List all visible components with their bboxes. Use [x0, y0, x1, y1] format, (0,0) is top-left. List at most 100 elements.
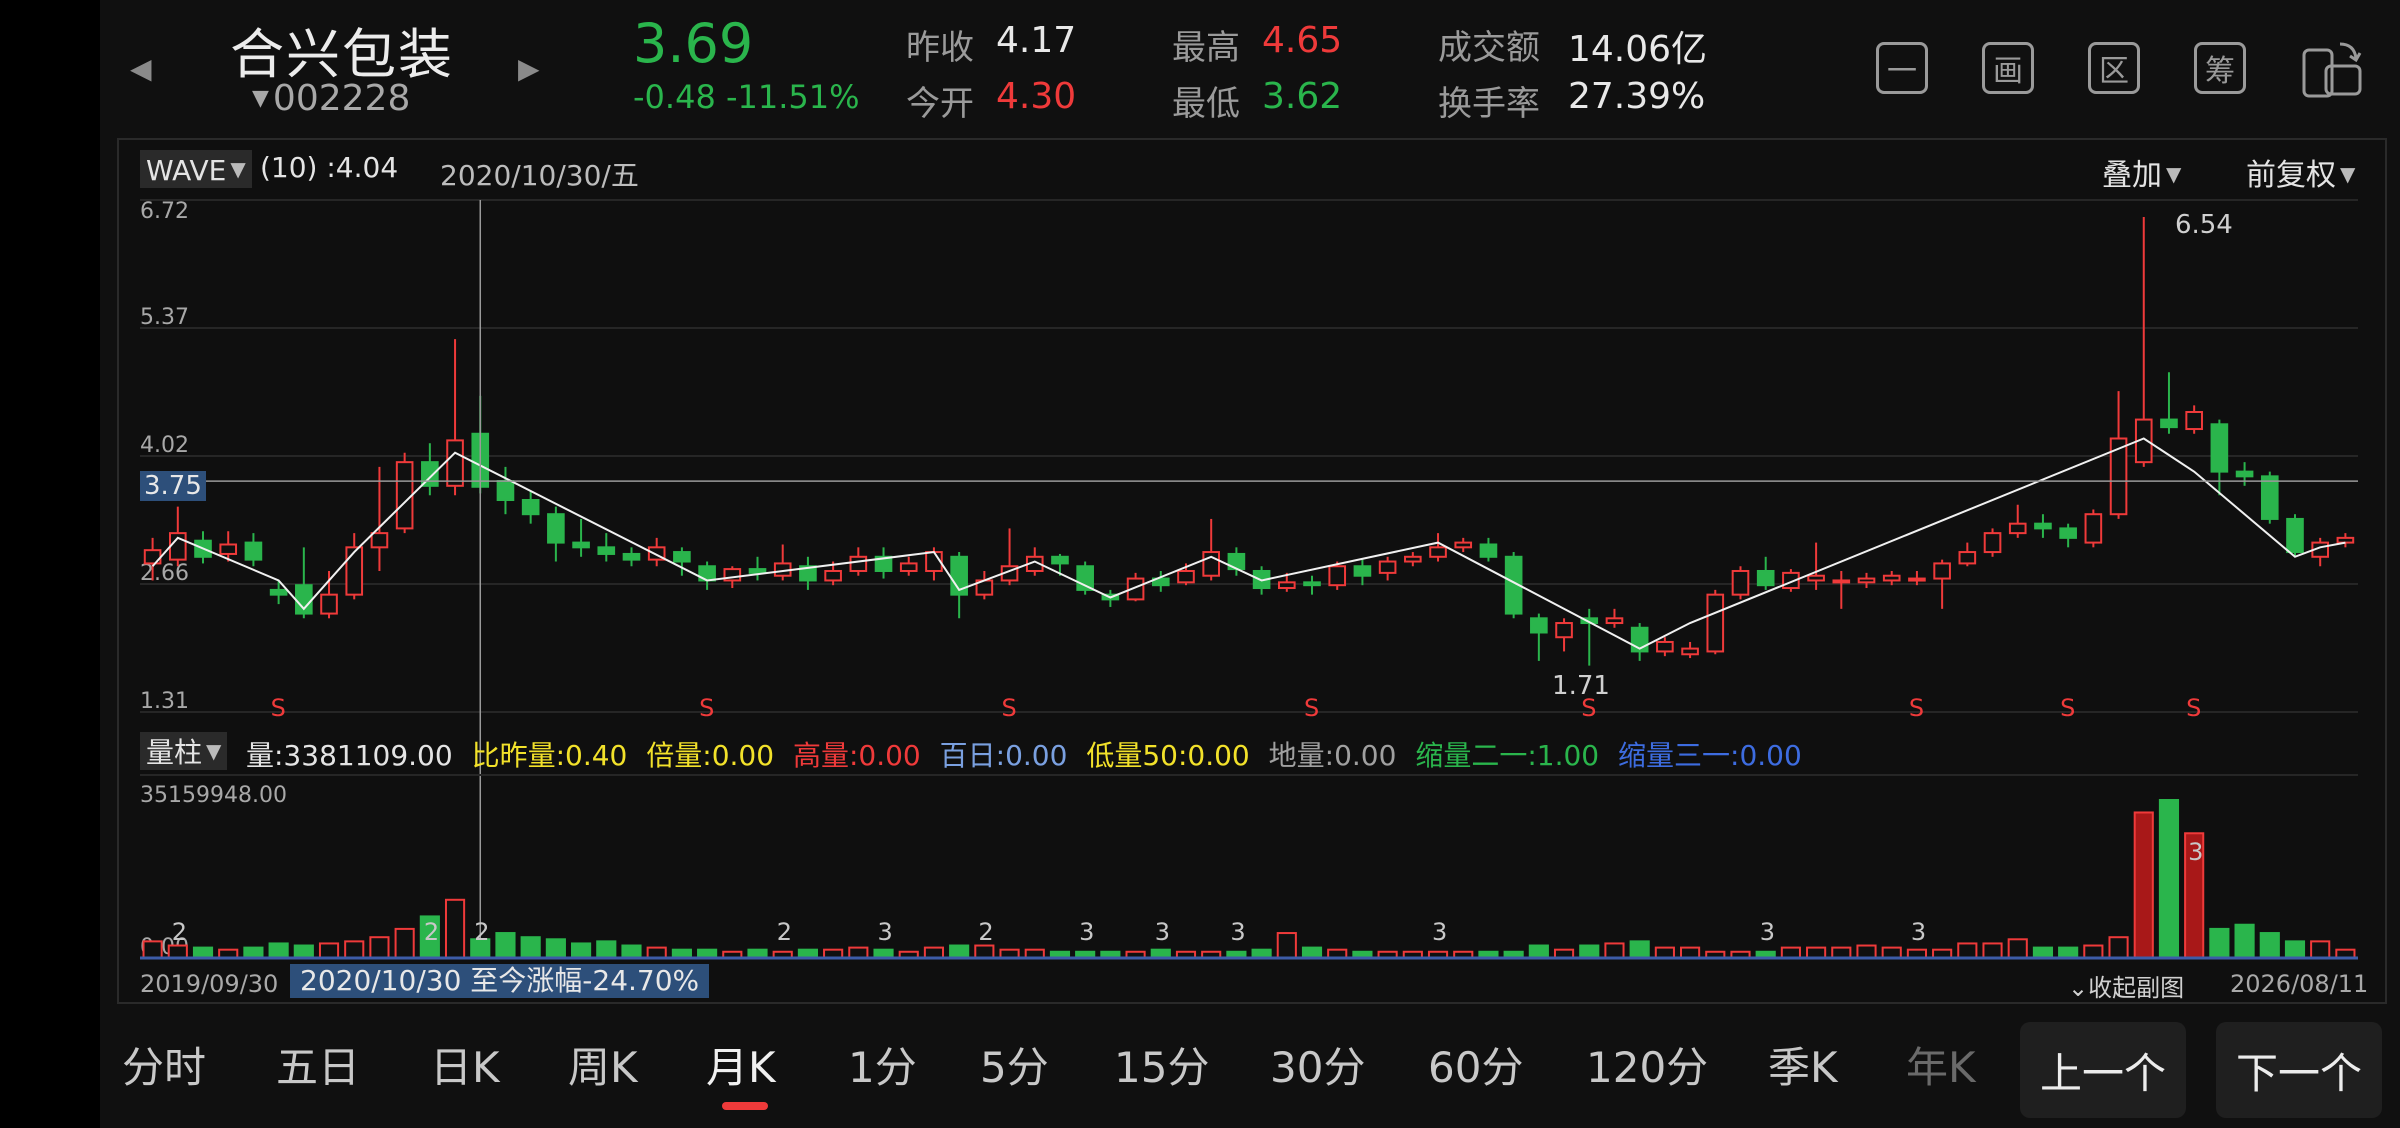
- s-signal-marker: S: [699, 694, 714, 722]
- overlay-dropdown[interactable]: 叠加 ▼: [2102, 150, 2181, 194]
- candle-body: [2260, 475, 2279, 520]
- ind-ground: 地量:0.00: [1268, 739, 1397, 772]
- volume-bar: [142, 940, 163, 959]
- adjust-dropdown[interactable]: 前复权 ▼: [2246, 150, 2355, 194]
- stock-chart-app: ◀ 合兴包装 ▼ 002228 ▶ 3.69 -0.48 -11.51% 昨收 4…: [100, 0, 2400, 1128]
- tab-five-day[interactable]: 五日: [276, 1034, 360, 1095]
- ind-high: 高量:0.00: [792, 739, 921, 772]
- candle-body: [849, 555, 868, 572]
- crosshair-date: 2020/10/30/五: [440, 159, 639, 192]
- indicator-selector[interactable]: WAVE ▼: [140, 150, 252, 188]
- candle-body: [1479, 543, 1498, 558]
- tab-quarterly[interactable]: 季K: [1768, 1034, 1838, 1095]
- volume-marker-2: 2: [424, 918, 439, 946]
- volume-bar: [444, 898, 466, 960]
- candle-body: [1958, 551, 1977, 565]
- volume-bar: [1528, 944, 1549, 959]
- candle-body: [673, 551, 691, 563]
- candlestick-chart[interactable]: 6.725.374.022.661.316.541.71S S S S S S S S3515…: [100, 0, 2400, 1012]
- candle-body: [1277, 581, 1296, 590]
- volume-bar: [1982, 942, 2003, 960]
- volume-bar: [2158, 799, 2180, 959]
- ind-shrink2: 缩量二一:1.00: [1415, 739, 1600, 772]
- tab-daily[interactable]: 日K: [430, 1034, 500, 1095]
- tab-monthly[interactable]: 月K: [706, 1034, 776, 1095]
- volume-max-label: 35159948.00: [140, 783, 287, 808]
- candle-body: [2008, 522, 2027, 535]
- volume-bar: [2108, 936, 2129, 959]
- candle-body: [1378, 560, 1397, 574]
- candle-body: [496, 480, 515, 502]
- tab-60min[interactable]: 60分: [1428, 1034, 1523, 1095]
- collapse-subchart-button[interactable]: ⌄收起副图: [2068, 968, 2184, 1003]
- candle-body: [2059, 527, 2077, 539]
- volume-marker-3: 3: [2188, 838, 2203, 866]
- tab-15min[interactable]: 15分: [1114, 1034, 1209, 1095]
- volume-bar: [848, 946, 869, 960]
- volume-marker-3: 3: [1155, 918, 1170, 946]
- s-signal-marker: S: [2186, 694, 2201, 722]
- volume-bar: [596, 940, 617, 959]
- next-button[interactable]: 下一个: [2216, 1022, 2382, 1118]
- candle-body: [244, 541, 263, 561]
- volume-bar: [1276, 932, 1297, 959]
- s-signal-marker: S: [2060, 694, 2075, 722]
- volume-marker-3: 3: [878, 918, 893, 946]
- ind-100day: 百日:0.00: [939, 739, 1068, 772]
- candle-body: [622, 552, 641, 561]
- volume-bar: [293, 944, 314, 959]
- s-signal-marker: S: [1304, 694, 1319, 722]
- volume-bar: [369, 936, 390, 959]
- candle-body: [1857, 577, 1876, 584]
- candle-body: [899, 562, 918, 572]
- volume-bar: [2234, 923, 2255, 959]
- candle-body: [1454, 541, 1473, 549]
- tab-weekly[interactable]: 周K: [568, 1034, 638, 1095]
- range-change-badge: 2020/10/30 至今涨幅-24.70%: [290, 964, 710, 998]
- candle-body: [320, 593, 338, 615]
- candle-body: [1051, 555, 1069, 565]
- volume-bar: [394, 927, 415, 959]
- ind-volume: 量:3381109.00: [246, 739, 453, 772]
- volume-selector[interactable]: 量柱 ▼: [140, 732, 228, 770]
- candle-body: [2034, 522, 2052, 530]
- volume-bar: [974, 944, 995, 959]
- prev-button[interactable]: 上一个: [2020, 1022, 2186, 1118]
- volume-bar: [545, 938, 566, 960]
- volume-bar: [1579, 944, 1600, 959]
- left-edge: [0, 0, 100, 1128]
- volume-bar: [1654, 946, 1675, 960]
- tab-120min[interactable]: 120分: [1586, 1034, 1708, 1095]
- s-signal-marker: S: [1909, 694, 1924, 722]
- volume-marker-2: 2: [777, 918, 792, 946]
- candle-body: [597, 546, 616, 555]
- tab-1min[interactable]: 1分: [848, 1034, 917, 1095]
- dropdown-arrow-icon: ▼: [206, 739, 222, 763]
- candle-body: [1882, 574, 1901, 582]
- candle-body: [1404, 555, 1422, 563]
- volume-bar: [2007, 938, 2028, 960]
- volume-bar: [243, 946, 264, 960]
- volume-bar: [318, 942, 340, 960]
- volume-bar: [571, 942, 592, 960]
- volume-marker-2: 2: [474, 918, 489, 946]
- tab-yearly[interactable]: 年K: [1906, 1034, 1976, 1095]
- candle-body: [1328, 565, 1347, 587]
- volume-bar: [1780, 946, 1801, 960]
- s-signal-marker: S: [1581, 694, 1596, 722]
- candle-body: [370, 532, 389, 549]
- candle-body: [1353, 565, 1372, 577]
- tab-intraday[interactable]: 分时: [122, 1034, 206, 1095]
- tab-30min[interactable]: 30分: [1270, 1034, 1365, 1095]
- tab-5min[interactable]: 5分: [980, 1034, 1049, 1095]
- volume-bar: [344, 940, 365, 959]
- volume-bar: [923, 946, 945, 960]
- volume-bar: [646, 946, 667, 960]
- candle-body: [2336, 536, 2355, 544]
- price-tick-label: 6.72: [140, 199, 189, 224]
- adjust-label: 前复权: [2246, 158, 2336, 193]
- candle-body: [395, 461, 414, 530]
- dropdown-arrow-icon: ▼: [230, 157, 246, 181]
- volume-bar: [167, 944, 188, 959]
- candle-body: [1429, 546, 1447, 558]
